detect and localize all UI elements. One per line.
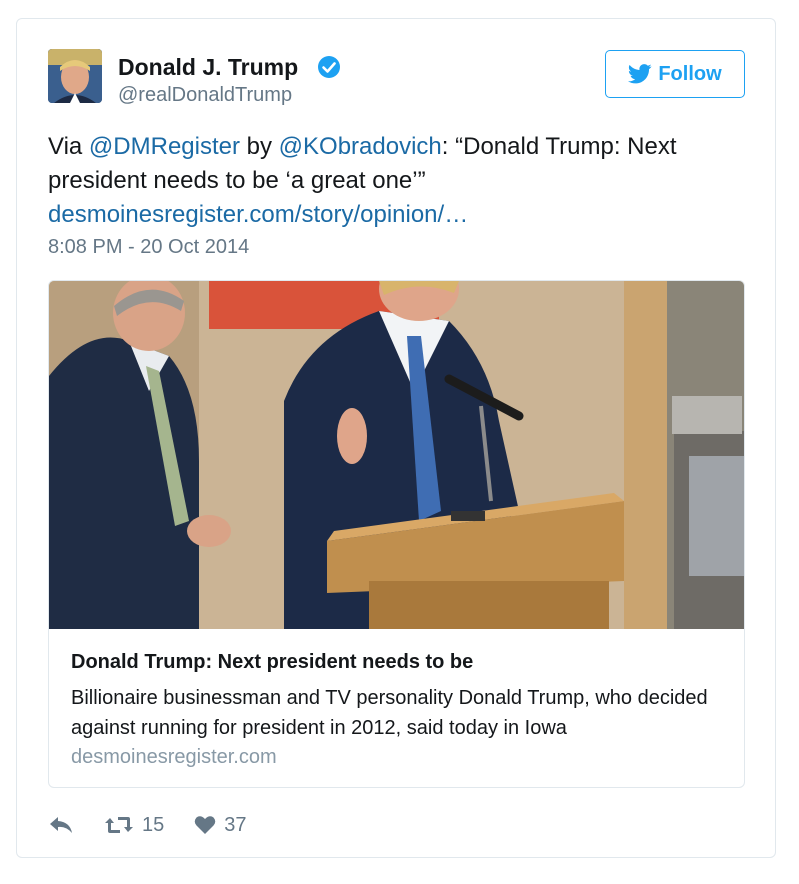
author-handle[interactable]: @realDonaldTrump — [118, 84, 292, 107]
tweet-timestamp[interactable]: 8:08 PM - 20 Oct 2014 — [48, 236, 249, 259]
tweet-text-middle: by — [239, 133, 279, 160]
retweet-button[interactable]: 15 — [104, 814, 164, 837]
tweet-link[interactable]: desmoinesregister.com/story/opinion/… — [48, 198, 738, 232]
tweet-actions: 15 37 — [48, 812, 277, 838]
reply-icon — [50, 817, 72, 833]
tweet-text-prefix: Via — [48, 133, 89, 160]
twitter-bird-icon — [628, 64, 652, 84]
avatar-image — [48, 49, 102, 103]
author-name[interactable]: Donald J. Trump — [118, 54, 298, 81]
verified-badge-icon — [318, 56, 340, 78]
retweet-icon — [105, 817, 133, 833]
heart-icon — [195, 816, 216, 834]
follow-button[interactable]: Follow — [605, 50, 745, 98]
mention-dmregister[interactable]: @DMRegister — [89, 133, 240, 160]
card-description: Billionaire businessman and TV personali… — [71, 687, 708, 739]
preview-image — [49, 281, 744, 629]
card-domain: desmoinesregister.com — [71, 746, 277, 768]
follow-label: Follow — [658, 62, 722, 85]
tweet-text: Via @DMRegister by @KObradovich: “Donald… — [48, 130, 738, 232]
like-count: 37 — [224, 813, 247, 836]
avatar[interactable] — [48, 49, 102, 103]
reply-button[interactable] — [48, 815, 74, 835]
card-title: Donald Trump: Next president needs to be — [71, 651, 474, 673]
mention-kobradovich[interactable]: @KObradovich — [279, 133, 442, 160]
retweet-count: 15 — [142, 813, 165, 836]
link-preview-card[interactable]: Donald Trump: Next president needs to be… — [48, 280, 745, 788]
like-button[interactable]: 37 — [194, 813, 247, 837]
